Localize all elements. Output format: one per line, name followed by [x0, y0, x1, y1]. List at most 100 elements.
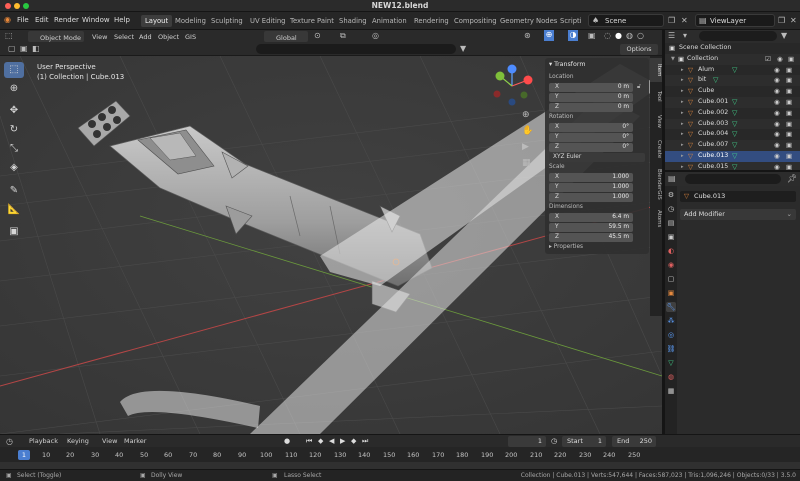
- texture-tab-icon[interactable]: ▦: [666, 386, 676, 396]
- render-camera-icon[interactable]: ▣: [788, 54, 794, 65]
- menu-keying[interactable]: Keying: [67, 437, 89, 445]
- rotate-tool-icon[interactable]: ↻: [4, 122, 24, 138]
- tab-layout[interactable]: Layout: [141, 15, 173, 27]
- timeline-editor-icon[interactable]: ◷: [6, 437, 13, 447]
- menu-select[interactable]: Select: [114, 32, 134, 42]
- menu-help[interactable]: Help: [114, 16, 130, 24]
- tab-modeling[interactable]: Modeling: [171, 15, 210, 27]
- render-camera-icon[interactable]: ▣: [786, 86, 792, 97]
- select-subtract-icon[interactable]: ◧: [32, 44, 40, 54]
- expand-icon[interactable]: ▸: [681, 75, 684, 86]
- cursor-tool-icon[interactable]: ⊕: [4, 81, 24, 97]
- mode-selector[interactable]: Object Mode: [28, 31, 84, 42]
- tab-blendergis[interactable]: BlenderGIS: [650, 164, 662, 204]
- tab-scripting[interactable]: Scripti: [556, 15, 586, 27]
- particles-tab-icon[interactable]: ⁂: [666, 316, 676, 326]
- start-frame-field[interactable]: Start 1: [562, 436, 606, 447]
- frame-ruler[interactable]: 1 10 20 30 40 50 60 70 80 90 100 110 120…: [0, 447, 800, 462]
- outliner-editor-icon[interactable]: ☰: [668, 31, 675, 41]
- render-camera-icon[interactable]: ▣: [786, 129, 792, 140]
- outliner-row-cube[interactable]: ▸ ▽ Cube ◉ ▣: [665, 86, 800, 97]
- transform-tool-icon[interactable]: ◈: [4, 160, 24, 176]
- next-keyframe-icon[interactable]: ◆: [351, 437, 356, 445]
- material-shading-icon[interactable]: ◍: [626, 31, 633, 41]
- add-modifier-button[interactable]: Add Modifier ⌄: [680, 209, 796, 220]
- display-mode-icon[interactable]: ▾: [683, 31, 687, 41]
- location-x-field[interactable]: X 0 m: [549, 83, 633, 92]
- render-tab-icon[interactable]: ◷: [666, 204, 676, 214]
- tab-tool[interactable]: Tool: [650, 84, 662, 108]
- modifier-icon[interactable]: ▽: [732, 129, 737, 140]
- visibility-eye-icon[interactable]: ◉: [774, 86, 780, 97]
- world-tab-icon[interactable]: ◉: [666, 260, 676, 270]
- scene-tab-icon[interactable]: ◐: [666, 246, 676, 256]
- expand-icon[interactable]: ▸: [681, 119, 684, 130]
- view-object-types-icon[interactable]: ⊛: [524, 31, 531, 41]
- outliner-filter-icon[interactable]: ▼: [781, 31, 787, 41]
- pivot-icon[interactable]: ⊙: [314, 31, 321, 41]
- filter-icon[interactable]: ▼: [460, 44, 466, 54]
- outliner-row-cube-004[interactable]: ▸ ▽ Cube.004 ▽ ◉ ▣: [665, 129, 800, 140]
- tab-texture-paint[interactable]: Texture Paint: [286, 15, 338, 27]
- expand-icon[interactable]: ▸: [681, 86, 684, 97]
- expand-icon[interactable]: ▸: [681, 140, 684, 151]
- copy-view-layer-icon[interactable]: ❐: [778, 16, 785, 26]
- camera-view-icon[interactable]: ▶: [522, 142, 529, 152]
- select-box-tool-icon[interactable]: ⬚: [4, 62, 24, 78]
- object-tab-icon[interactable]: ▣: [666, 288, 676, 298]
- annotate-tool-icon[interactable]: ✎: [4, 183, 24, 199]
- editor-type-icon[interactable]: ⬚: [5, 31, 13, 41]
- tab-shading[interactable]: Shading: [335, 15, 371, 27]
- visibility-eye-icon[interactable]: ◉: [774, 140, 780, 151]
- render-camera-icon[interactable]: ▣: [786, 151, 792, 162]
- location-y-field[interactable]: Y 0 m: [549, 93, 633, 102]
- visibility-eye-icon[interactable]: ◉: [774, 75, 780, 86]
- end-frame-field[interactable]: End 250: [612, 436, 656, 447]
- menu-gis[interactable]: GIS: [185, 32, 196, 42]
- expand-icon[interactable]: ▸: [681, 129, 684, 140]
- add-cube-tool-icon[interactable]: ▣: [4, 224, 24, 240]
- viewport-search-input[interactable]: [256, 44, 456, 54]
- outliner-row-cube-013[interactable]: ▸ ▽ Cube.013 ▽ ◉ ▣: [665, 150, 800, 162]
- modifier-icon[interactable]: ▽: [732, 108, 737, 119]
- menu-marker[interactable]: Marker: [124, 437, 146, 445]
- menu-render[interactable]: Render: [54, 16, 79, 24]
- physics-tab-icon[interactable]: ◎: [666, 330, 676, 340]
- modifier-icon[interactable]: ▽: [732, 151, 737, 162]
- pan-hand-icon[interactable]: ✋: [522, 126, 533, 136]
- tab-view[interactable]: View: [650, 110, 662, 134]
- material-tab-icon[interactable]: ◍: [666, 372, 676, 382]
- outliner-row-scene-collection[interactable]: ▣ Scene Collection: [665, 43, 800, 54]
- properties-editor-icon[interactable]: ▤: [668, 174, 676, 184]
- scale-y-field[interactable]: Y 1.000: [549, 183, 633, 192]
- tab-animation[interactable]: Animation: [368, 15, 411, 27]
- proportional-edit-icon[interactable]: ◎: [372, 31, 379, 41]
- tab-sculpting[interactable]: Sculpting: [207, 15, 247, 27]
- expand-icon[interactable]: ▸: [681, 65, 684, 76]
- object-name-field[interactable]: ▽ Cube.013: [680, 191, 796, 202]
- menu-add[interactable]: Add: [139, 32, 152, 42]
- options-button[interactable]: Options: [620, 44, 658, 55]
- outliner-row-cube-001[interactable]: ▸ ▽ Cube.001 ▽ ◉ ▣: [665, 96, 800, 108]
- tab-geometry-nodes[interactable]: Geometry Nodes: [496, 15, 561, 27]
- scale-x-field[interactable]: X 1.000: [549, 173, 633, 182]
- tab-atoms[interactable]: Atoms: [650, 206, 662, 232]
- tab-item[interactable]: Item: [650, 58, 662, 82]
- outliner-row-bit[interactable]: ▸ ▽ bit ▽ ◉ ▣: [665, 75, 800, 87]
- copy-scene-icon[interactable]: ❐: [668, 16, 675, 26]
- outliner-row-cube-002[interactable]: ▸ ▽ Cube.002 ▽ ◉ ▣: [665, 108, 800, 119]
- blender-logo-icon[interactable]: ◉: [4, 15, 11, 25]
- tool-tab-icon[interactable]: ⚙: [666, 190, 676, 200]
- visibility-eye-icon[interactable]: ◉: [774, 151, 780, 162]
- modifier-icon[interactable]: ▽: [713, 75, 718, 86]
- outliner-row-alum[interactable]: ▸ ▽ Alum ▽ ◉ ▣: [665, 65, 800, 76]
- gizmo-toggle-icon[interactable]: ⊕: [544, 30, 554, 41]
- location-z-field[interactable]: Z 0 m: [549, 103, 633, 112]
- expand-icon[interactable]: ▸: [681, 108, 684, 119]
- tab-compositing[interactable]: Compositing: [450, 15, 501, 27]
- delete-scene-icon[interactable]: ✕: [681, 16, 688, 26]
- outliner-search-input[interactable]: [699, 31, 777, 41]
- checkbox-icon[interactable]: ☑: [765, 54, 771, 65]
- play-icon[interactable]: ▶: [340, 437, 345, 445]
- rotation-z-field[interactable]: Z 0°: [549, 143, 633, 152]
